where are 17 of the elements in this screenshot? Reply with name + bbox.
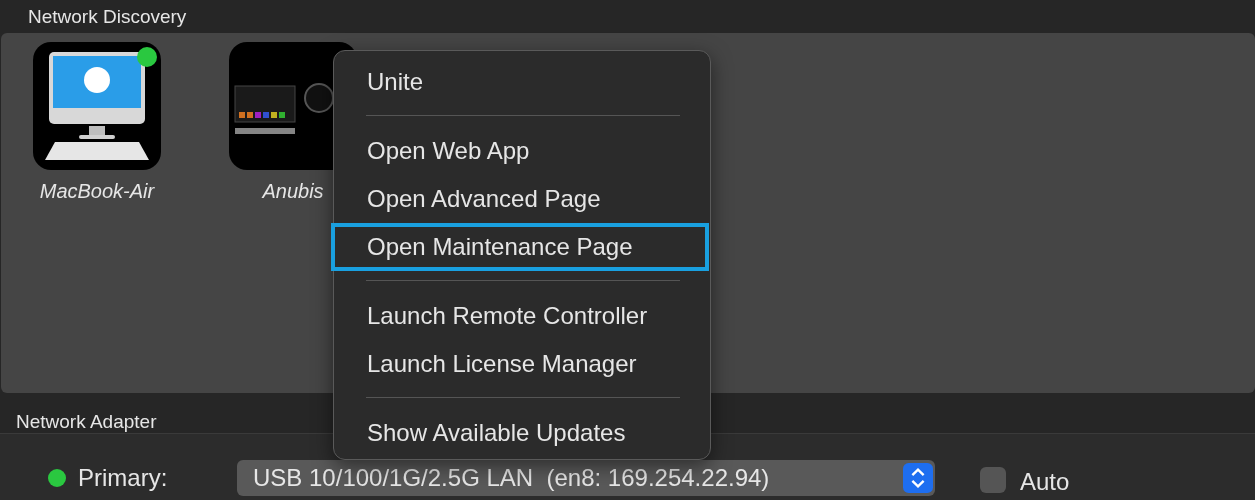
computer-icon[interactable] [33, 42, 161, 170]
menu-item[interactable]: Launch Remote Controller [331, 292, 709, 340]
section-title: Network Discovery [28, 6, 187, 27]
stepper-icon [903, 463, 933, 493]
device-name: Anubis [262, 180, 324, 203]
menu-item[interactable]: Launch License Manager [331, 340, 709, 388]
adapter-select[interactable]: USB 10/100/1G/2.5G LAN (en8: 169.254.22.94) [237, 460, 935, 496]
menu-item[interactable]: Open Maintenance Page [331, 223, 709, 271]
adapter-label: Primary: [78, 464, 169, 492]
menu-item[interactable]: Open Web App [331, 127, 709, 175]
menu-item[interactable]: Show Available Updates [331, 409, 709, 457]
section-title: Network Adapter [16, 411, 157, 433]
auto-checkbox[interactable] [980, 467, 1006, 493]
menu-item[interactable]: Open Advanced Page [331, 175, 709, 223]
device-name: MacBook-Air [39, 180, 155, 203]
checkbox-label: Auto [1020, 468, 1070, 496]
menu-item[interactable]: Unite [331, 58, 709, 106]
